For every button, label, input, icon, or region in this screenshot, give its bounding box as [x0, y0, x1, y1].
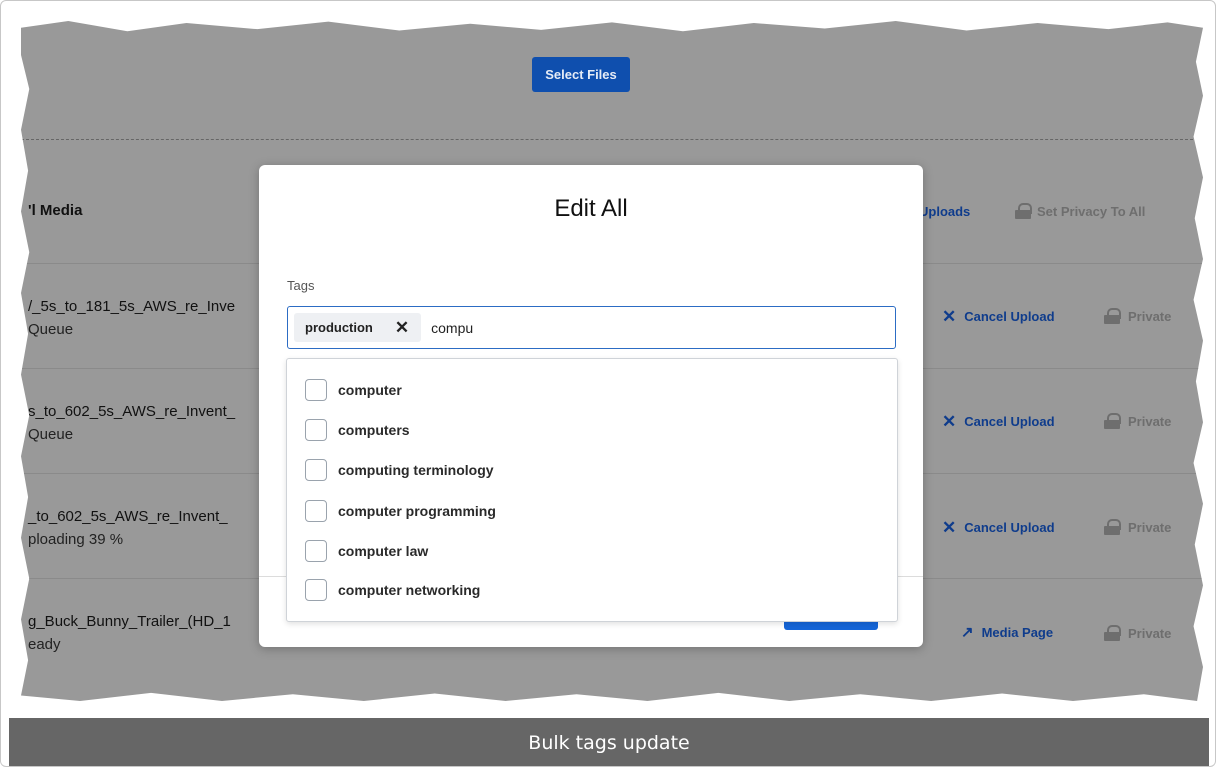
checkbox[interactable] [305, 379, 327, 401]
uploads-link[interactable]: Uploads [919, 204, 970, 219]
row-4-privacy-label: Private [1128, 625, 1172, 641]
checkbox[interactable] [305, 500, 327, 522]
lock-icon [1104, 308, 1121, 324]
row-1-action-label: Cancel Upload [964, 309, 1055, 324]
row-1-privacy-button[interactable]: Private [1104, 308, 1171, 324]
select-files-button[interactable]: Select Files [532, 57, 630, 92]
suggestion-label: computer programming [338, 503, 496, 519]
x-icon: ✕ [942, 412, 957, 431]
tags-typed-text[interactable]: compu [431, 320, 473, 336]
lock-icon [1104, 413, 1121, 429]
row-4-action-label: Media Page [981, 625, 1054, 640]
tags-input[interactable]: production ✕ compu [287, 306, 896, 349]
set-privacy-to-all-button[interactable]: Set Privacy To All [1015, 203, 1145, 219]
row-4-status: eady [28, 636, 61, 653]
row-2-action-label: Cancel Upload [964, 414, 1055, 429]
set-privacy-label: Set Privacy To All [1037, 203, 1146, 219]
lock-icon [1104, 519, 1121, 535]
row-3-cancel-upload-button[interactable]: ✕ Cancel Upload [942, 519, 1055, 536]
checkbox[interactable] [305, 579, 327, 601]
modal-title: Edit All [554, 195, 628, 222]
suggestion-option[interactable]: computer law [305, 540, 428, 562]
lock-icon [1104, 625, 1121, 641]
checkbox[interactable] [305, 540, 327, 562]
row-2-privacy-label: Private [1128, 413, 1172, 429]
row-4-filename: g_Buck_Bunny_Trailer_(HD_1 [28, 613, 231, 630]
row-2-status: Queue [28, 426, 74, 443]
row-3-status: ploading 39 % [28, 531, 124, 548]
figure-caption: Bulk tags update [9, 718, 1209, 766]
tag-suggestions-dropdown: computer computers computing terminology… [286, 358, 898, 622]
suggestion-option[interactable]: computers [305, 419, 410, 441]
row-1-cancel-upload-button[interactable]: ✕ Cancel Upload [942, 308, 1055, 325]
tags-label: Tags [287, 278, 315, 293]
row-3-filename: _to_602_5s_AWS_re_Invent_ [28, 508, 228, 525]
row-3-privacy-button[interactable]: Private [1104, 519, 1171, 535]
screenshot-frame: Select Files 'l Media Uploads Set Privac… [0, 0, 1216, 767]
suggestion-option[interactable]: computing terminology [305, 459, 494, 481]
row-3-action-label: Cancel Upload [964, 520, 1055, 535]
tag-chip-label: production [305, 320, 373, 335]
x-icon: ✕ [942, 518, 957, 537]
row-4-privacy-button[interactable]: Private [1104, 625, 1171, 641]
row-1-filename: /_5s_to_181_5s_AWS_re_Inve [28, 298, 236, 315]
x-icon: ✕ [942, 307, 957, 326]
row-2-cancel-upload-button[interactable]: ✕ Cancel Upload [942, 413, 1055, 430]
checkbox[interactable] [305, 459, 327, 481]
suggestion-label: computer [338, 382, 402, 398]
row-2-privacy-button[interactable]: Private [1104, 413, 1171, 429]
close-icon[interactable]: ✕ [395, 319, 409, 336]
row-1-privacy-label: Private [1128, 308, 1172, 324]
row-4-media-page-link[interactable]: ↗ Media Page [961, 625, 1053, 640]
suggestion-option[interactable]: computer networking [305, 579, 480, 601]
tag-chip: production ✕ [294, 313, 422, 342]
lock-icon [1015, 203, 1032, 219]
suggestion-label: computer law [338, 543, 429, 559]
suggestion-option[interactable]: computer [305, 379, 402, 401]
suggestion-label: computing terminology [338, 462, 494, 478]
suggestion-label: computers [338, 422, 410, 438]
row-2-filename: s_to_602_5s_AWS_re_Invent_ [28, 403, 236, 420]
suggestion-option[interactable]: computer programming [305, 500, 496, 522]
dropzone-border [21, 139, 1203, 140]
row-1-status: Queue [28, 321, 74, 338]
checkbox[interactable] [305, 419, 327, 441]
external-link-icon: ↗ [961, 624, 974, 641]
suggestion-label: computer networking [338, 582, 481, 598]
all-media-heading: 'l Media [28, 202, 83, 219]
row-3-privacy-label: Private [1128, 519, 1172, 535]
